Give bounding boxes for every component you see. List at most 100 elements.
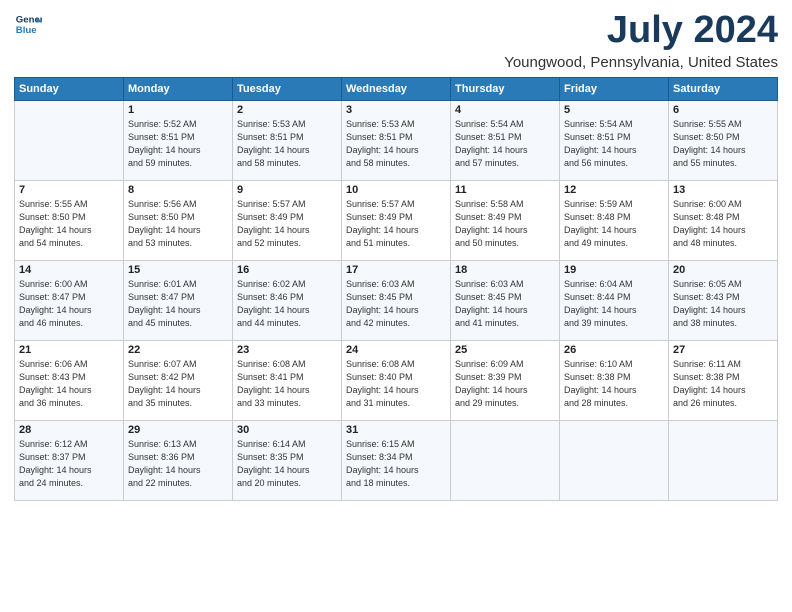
day-number: 11 <box>455 184 555 196</box>
day-number: 29 <box>128 424 228 436</box>
day-number: 2 <box>237 104 337 116</box>
logo: General Blue <box>14 10 44 38</box>
calendar-cell: 13 Sunrise: 6:00 AM Sunset: 8:48 PM Dayli… <box>669 180 778 260</box>
calendar-cell: 3 Sunrise: 5:53 AM Sunset: 8:51 PM Daylig… <box>342 100 451 180</box>
day-number: 12 <box>564 184 664 196</box>
calendar-cell: 15 Sunrise: 6:01 AM Sunset: 8:47 PM Dayli… <box>124 260 233 340</box>
calendar-week-row: 28 Sunrise: 6:12 AM Sunset: 8:37 PM Dayli… <box>15 420 778 500</box>
day-info: Sunrise: 6:00 AM Sunset: 8:47 PM Dayligh… <box>19 278 119 330</box>
day-number: 7 <box>19 184 119 196</box>
svg-text:Blue: Blue <box>16 25 37 36</box>
calendar-cell: 16 Sunrise: 6:02 AM Sunset: 8:46 PM Dayli… <box>233 260 342 340</box>
calendar-cell: 21 Sunrise: 6:06 AM Sunset: 8:43 PM Dayli… <box>15 340 124 420</box>
calendar-cell: 4 Sunrise: 5:54 AM Sunset: 8:51 PM Daylig… <box>451 100 560 180</box>
day-number: 30 <box>237 424 337 436</box>
day-number: 21 <box>19 344 119 356</box>
day-info: Sunrise: 5:52 AM Sunset: 8:51 PM Dayligh… <box>128 118 228 170</box>
day-info: Sunrise: 5:53 AM Sunset: 8:51 PM Dayligh… <box>237 118 337 170</box>
day-info: Sunrise: 5:54 AM Sunset: 8:51 PM Dayligh… <box>455 118 555 170</box>
weekday-header-friday: Friday <box>560 77 669 100</box>
weekday-header-wednesday: Wednesday <box>342 77 451 100</box>
day-info: Sunrise: 6:08 AM Sunset: 8:40 PM Dayligh… <box>346 358 446 410</box>
calendar-cell: 25Sunrise: 6:09 AM Sunset: 8:39 PM Dayli… <box>451 340 560 420</box>
calendar-week-row: 14 Sunrise: 6:00 AM Sunset: 8:47 PM Dayli… <box>15 260 778 340</box>
calendar-cell: 14 Sunrise: 6:00 AM Sunset: 8:47 PM Dayli… <box>15 260 124 340</box>
calendar-cell <box>451 420 560 500</box>
day-number: 31 <box>346 424 446 436</box>
calendar-cell <box>15 100 124 180</box>
calendar-cell: 8 Sunrise: 5:56 AM Sunset: 8:50 PM Daylig… <box>124 180 233 260</box>
day-info: Sunrise: 6:11 AM Sunset: 8:38 PM Dayligh… <box>673 358 773 410</box>
calendar-cell: 11Sunrise: 5:58 AM Sunset: 8:49 PM Dayli… <box>451 180 560 260</box>
calendar-week-row: 1 Sunrise: 5:52 AM Sunset: 8:51 PM Daylig… <box>15 100 778 180</box>
day-number: 18 <box>455 264 555 276</box>
calendar-header: July 2024 Youngwood, Pennsylvania, Unite… <box>504 10 778 71</box>
day-number: 17 <box>346 264 446 276</box>
day-number: 26 <box>564 344 664 356</box>
day-number: 19 <box>564 264 664 276</box>
day-info: Sunrise: 5:55 AM Sunset: 8:50 PM Dayligh… <box>19 198 119 250</box>
day-number: 20 <box>673 264 773 276</box>
calendar-week-row: 21 Sunrise: 6:06 AM Sunset: 8:43 PM Dayli… <box>15 340 778 420</box>
day-number: 4 <box>455 104 555 116</box>
day-number: 1 <box>128 104 228 116</box>
calendar-cell: 1 Sunrise: 5:52 AM Sunset: 8:51 PM Daylig… <box>124 100 233 180</box>
day-info: Sunrise: 6:03 AM Sunset: 8:45 PM Dayligh… <box>455 278 555 330</box>
day-number: 10 <box>346 184 446 196</box>
day-info: Sunrise: 6:06 AM Sunset: 8:43 PM Dayligh… <box>19 358 119 410</box>
calendar-week-row: 7 Sunrise: 5:55 AM Sunset: 8:50 PM Daylig… <box>15 180 778 260</box>
calendar-cell: 26 Sunrise: 6:10 AM Sunset: 8:38 PM Dayli… <box>560 340 669 420</box>
weekday-header-saturday: Saturday <box>669 77 778 100</box>
calendar-cell: 20Sunrise: 6:05 AM Sunset: 8:43 PM Dayli… <box>669 260 778 340</box>
day-number: 25 <box>455 344 555 356</box>
calendar-cell: 30 Sunrise: 6:14 AM Sunset: 8:35 PM Dayli… <box>233 420 342 500</box>
day-info: Sunrise: 6:01 AM Sunset: 8:47 PM Dayligh… <box>128 278 228 330</box>
day-number: 3 <box>346 104 446 116</box>
day-info: Sunrise: 6:08 AM Sunset: 8:41 PM Dayligh… <box>237 358 337 410</box>
calendar-cell: 24 Sunrise: 6:08 AM Sunset: 8:40 PM Dayli… <box>342 340 451 420</box>
calendar-cell: 28 Sunrise: 6:12 AM Sunset: 8:37 PM Dayli… <box>15 420 124 500</box>
day-info: Sunrise: 6:02 AM Sunset: 8:46 PM Dayligh… <box>237 278 337 330</box>
calendar-cell: 27Sunrise: 6:11 AM Sunset: 8:38 PM Dayli… <box>669 340 778 420</box>
calendar-cell: 12 Sunrise: 5:59 AM Sunset: 8:48 PM Dayli… <box>560 180 669 260</box>
weekday-header-row: SundayMondayTuesdayWednesdayThursdayFrid… <box>15 77 778 100</box>
calendar-cell: 5Sunrise: 5:54 AM Sunset: 8:51 PM Daylig… <box>560 100 669 180</box>
day-number: 28 <box>19 424 119 436</box>
day-number: 8 <box>128 184 228 196</box>
day-number: 14 <box>19 264 119 276</box>
calendar-cell: 17 Sunrise: 6:03 AM Sunset: 8:45 PM Dayli… <box>342 260 451 340</box>
weekday-header-monday: Monday <box>124 77 233 100</box>
calendar-cell: 18 Sunrise: 6:03 AM Sunset: 8:45 PM Dayli… <box>451 260 560 340</box>
day-info: Sunrise: 5:54 AM Sunset: 8:51 PM Dayligh… <box>564 118 664 170</box>
day-info: Sunrise: 5:59 AM Sunset: 8:48 PM Dayligh… <box>564 198 664 250</box>
day-info: Sunrise: 6:04 AM Sunset: 8:44 PM Dayligh… <box>564 278 664 330</box>
day-info: Sunrise: 6:13 AM Sunset: 8:36 PM Dayligh… <box>128 438 228 490</box>
weekday-header-tuesday: Tuesday <box>233 77 342 100</box>
calendar-cell: 9Sunrise: 5:57 AM Sunset: 8:49 PM Daylig… <box>233 180 342 260</box>
day-info: Sunrise: 5:53 AM Sunset: 8:51 PM Dayligh… <box>346 118 446 170</box>
calendar-cell: 6Sunrise: 5:55 AM Sunset: 8:50 PM Daylig… <box>669 100 778 180</box>
day-info: Sunrise: 6:14 AM Sunset: 8:35 PM Dayligh… <box>237 438 337 490</box>
day-number: 9 <box>237 184 337 196</box>
day-info: Sunrise: 6:03 AM Sunset: 8:45 PM Dayligh… <box>346 278 446 330</box>
calendar-cell <box>669 420 778 500</box>
calendar-cell: 10 Sunrise: 5:57 AM Sunset: 8:49 PM Dayli… <box>342 180 451 260</box>
day-number: 16 <box>237 264 337 276</box>
day-number: 24 <box>346 344 446 356</box>
weekday-header-sunday: Sunday <box>15 77 124 100</box>
calendar-table: SundayMondayTuesdayWednesdayThursdayFrid… <box>14 77 778 501</box>
day-number: 13 <box>673 184 773 196</box>
day-number: 22 <box>128 344 228 356</box>
calendar-cell: 23 Sunrise: 6:08 AM Sunset: 8:41 PM Dayli… <box>233 340 342 420</box>
day-info: Sunrise: 6:00 AM Sunset: 8:48 PM Dayligh… <box>673 198 773 250</box>
day-info: Sunrise: 6:12 AM Sunset: 8:37 PM Dayligh… <box>19 438 119 490</box>
calendar-cell <box>560 420 669 500</box>
day-info: Sunrise: 5:57 AM Sunset: 8:49 PM Dayligh… <box>346 198 446 250</box>
calendar-subtitle: Youngwood, Pennsylvania, United States <box>504 54 778 71</box>
day-number: 15 <box>128 264 228 276</box>
weekday-header-thursday: Thursday <box>451 77 560 100</box>
calendar-cell: 7 Sunrise: 5:55 AM Sunset: 8:50 PM Daylig… <box>15 180 124 260</box>
day-info: Sunrise: 6:10 AM Sunset: 8:38 PM Dayligh… <box>564 358 664 410</box>
day-info: Sunrise: 5:56 AM Sunset: 8:50 PM Dayligh… <box>128 198 228 250</box>
day-number: 23 <box>237 344 337 356</box>
